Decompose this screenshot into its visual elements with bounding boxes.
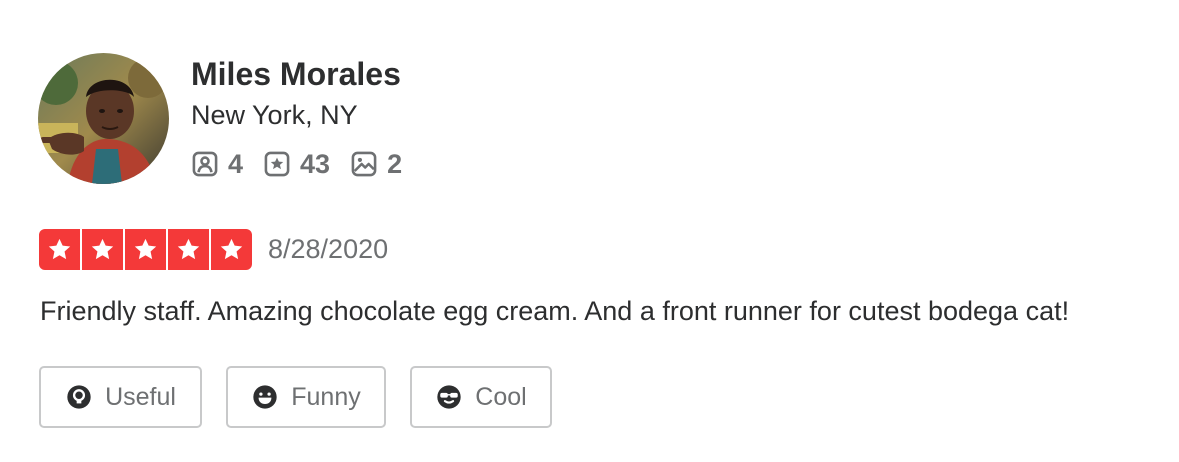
useful-lightbulb-icon bbox=[67, 385, 91, 409]
funny-smile-icon bbox=[253, 385, 277, 409]
rating-star bbox=[39, 229, 80, 270]
rating-star bbox=[82, 229, 123, 270]
rating-star bbox=[168, 229, 209, 270]
star-icon bbox=[48, 238, 71, 260]
useful-label: Useful bbox=[105, 382, 176, 411]
photos-count: 2 bbox=[387, 148, 403, 179]
rating-star bbox=[125, 229, 166, 270]
photos-stat: 2 bbox=[350, 149, 402, 180]
review-text: Friendly staff. Amazing chocolate egg cr… bbox=[40, 296, 1070, 326]
user-stats: 4 43 2 bbox=[191, 147, 422, 181]
reviews-stat: 43 bbox=[263, 149, 330, 180]
friends-stat: 4 bbox=[191, 149, 243, 180]
reviews-count: 43 bbox=[300, 148, 331, 179]
funny-button[interactable]: Funny bbox=[226, 366, 386, 428]
cool-sunglasses-icon bbox=[437, 385, 461, 409]
review-date: 8/28/2020 bbox=[268, 234, 389, 264]
user-friends-icon bbox=[192, 151, 218, 177]
avatar-image bbox=[38, 53, 169, 184]
star-icon bbox=[177, 238, 200, 260]
star-rating bbox=[39, 229, 252, 270]
photo-icon bbox=[351, 151, 377, 177]
reaction-buttons: Useful Funny Cool bbox=[39, 366, 576, 428]
star-icon bbox=[134, 238, 157, 260]
cool-label: Cool bbox=[475, 382, 527, 411]
funny-label: Funny bbox=[291, 382, 361, 411]
star-icon bbox=[91, 238, 114, 260]
rating-star bbox=[211, 229, 252, 270]
user-location: New York, NY bbox=[191, 100, 358, 130]
review-star-icon bbox=[264, 151, 290, 177]
star-icon bbox=[220, 238, 243, 260]
friends-count: 4 bbox=[228, 148, 244, 179]
avatar[interactable] bbox=[38, 53, 169, 184]
useful-button[interactable]: Useful bbox=[39, 366, 202, 428]
cool-button[interactable]: Cool bbox=[410, 366, 552, 428]
user-name[interactable]: Miles Morales bbox=[191, 56, 401, 93]
review-card: Miles Morales New York, NY 4 43 2 8/28/2… bbox=[0, 0, 1179, 462]
